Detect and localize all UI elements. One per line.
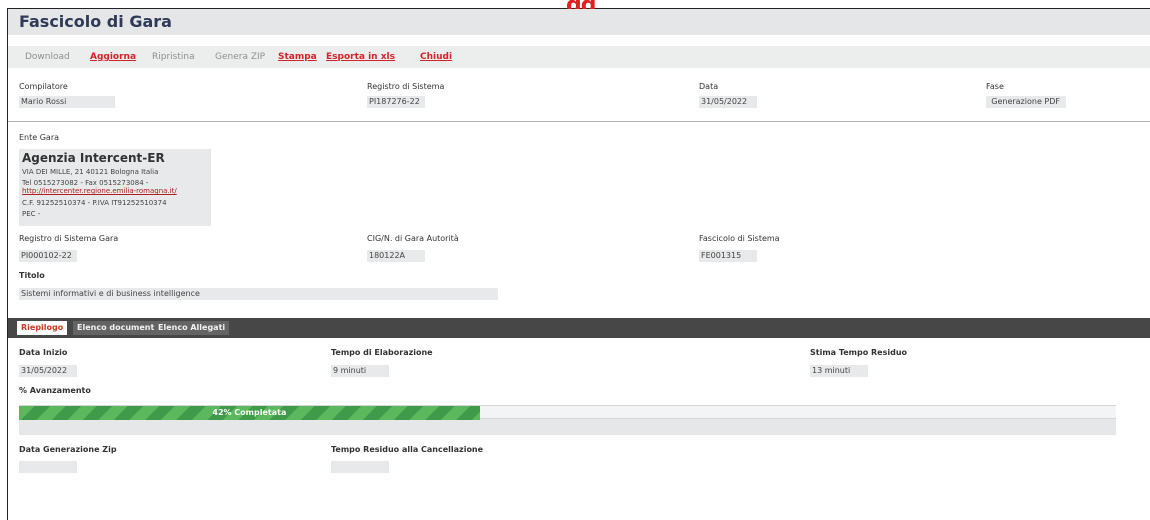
- tab-bar: Riepilogo Elenco documenti Elenco Allega…: [8, 318, 1150, 338]
- tab-elenco-documenti[interactable]: Elenco documenti: [73, 321, 162, 335]
- tempo-cancellazione-label: Tempo Residuo alla Cancellazione: [331, 445, 484, 454]
- ente-website-link[interactable]: http://intercenter.regione.emilia-romagn…: [22, 187, 177, 195]
- section-divider: [8, 121, 1150, 122]
- ente-phone: Tel 0515273082 - Fax 0515273084 -: [22, 179, 149, 187]
- data-generazione-zip-label: Data Generazione Zip: [19, 445, 117, 454]
- title-bar: Fascicolo di Gara: [8, 9, 1150, 35]
- registro-gara-label: Registro di Sistema Gara: [19, 234, 119, 243]
- stima-tempo-field: 13 minuti: [810, 365, 868, 377]
- tempo-elaborazione-field: 9 minuti: [331, 365, 389, 377]
- esporta-xls-button[interactable]: Esporta in xls: [326, 52, 395, 62]
- tempo-cancellazione-field: [331, 461, 389, 473]
- data-inizio-label: Data Inizio: [19, 348, 68, 357]
- page-title: Fascicolo di Gara: [19, 12, 172, 31]
- cig-label: CIG/N. di Gara Autorità: [367, 234, 459, 243]
- progress-bar-fill: 42% Completata: [19, 406, 480, 420]
- fase-label: Fase: [986, 82, 1004, 91]
- registro-label: Registro di Sistema: [367, 82, 445, 91]
- tab-riepilogo[interactable]: Riepilogo: [17, 321, 68, 335]
- data-inizio-field: 31/05/2022: [19, 365, 77, 377]
- data-field: 31/05/2022: [699, 96, 757, 108]
- chiudi-button[interactable]: Chiudi: [420, 52, 452, 62]
- ente-address: VIA DEI MILLE, 21 40121 Bologna Italia: [22, 168, 159, 176]
- ripristina-button[interactable]: Ripristina: [152, 52, 195, 62]
- fascicolo-field: FE001315: [699, 250, 757, 262]
- progress-text: 42% Completata: [212, 408, 287, 417]
- download-button[interactable]: Download: [25, 52, 70, 62]
- toolbar: Download Aggiorna Ripristina Genera ZIP …: [8, 46, 1150, 68]
- progress-inner: 42% Completata: [19, 405, 1116, 420]
- fase-field: Generazione PDF: [986, 96, 1066, 108]
- titolo-label: Titolo: [19, 271, 45, 280]
- ente-gara-card: Agenzia Intercent-ER VIA DEI MILLE, 21 4…: [19, 149, 211, 226]
- ente-tax: C.F. 91252510374 - P.IVA IT91252510374: [22, 199, 167, 207]
- tempo-elaborazione-label: Tempo di Elaborazione: [331, 348, 433, 357]
- registro-field: PI187276-22: [367, 96, 425, 108]
- ente-name: Agenzia Intercent-ER: [22, 151, 165, 165]
- tab-elenco-allegati[interactable]: Elenco Allegati: [154, 321, 230, 335]
- fascicolo-label: Fascicolo di Sistema: [699, 234, 780, 243]
- genera-zip-button[interactable]: Genera ZIP: [215, 52, 265, 62]
- avanzamento-label: % Avanzamento: [19, 386, 91, 395]
- stampa-button[interactable]: Stampa: [278, 52, 317, 62]
- progress-track: 42% Completata: [19, 405, 1116, 435]
- data-label: Data: [699, 82, 719, 91]
- data-generazione-zip-field: [19, 461, 77, 473]
- compilatore-field: Mario Rossi: [19, 96, 115, 108]
- fascicolo-window: gg Fascicolo di Gara Download Aggiorna R…: [7, 0, 1150, 520]
- cig-field: 180122A: [367, 250, 425, 262]
- ente-gara-label: Ente Gara: [19, 133, 60, 142]
- ente-pec: PEC -: [22, 210, 41, 218]
- registro-gara-field: PI000102-22: [19, 250, 77, 262]
- titolo-field: Sistemi informativi e di business intell…: [19, 288, 498, 300]
- stima-tempo-label: Stima Tempo Residuo: [810, 348, 908, 357]
- compilatore-label: Compilatore: [19, 82, 68, 91]
- aggiorna-button[interactable]: Aggiorna: [90, 52, 136, 62]
